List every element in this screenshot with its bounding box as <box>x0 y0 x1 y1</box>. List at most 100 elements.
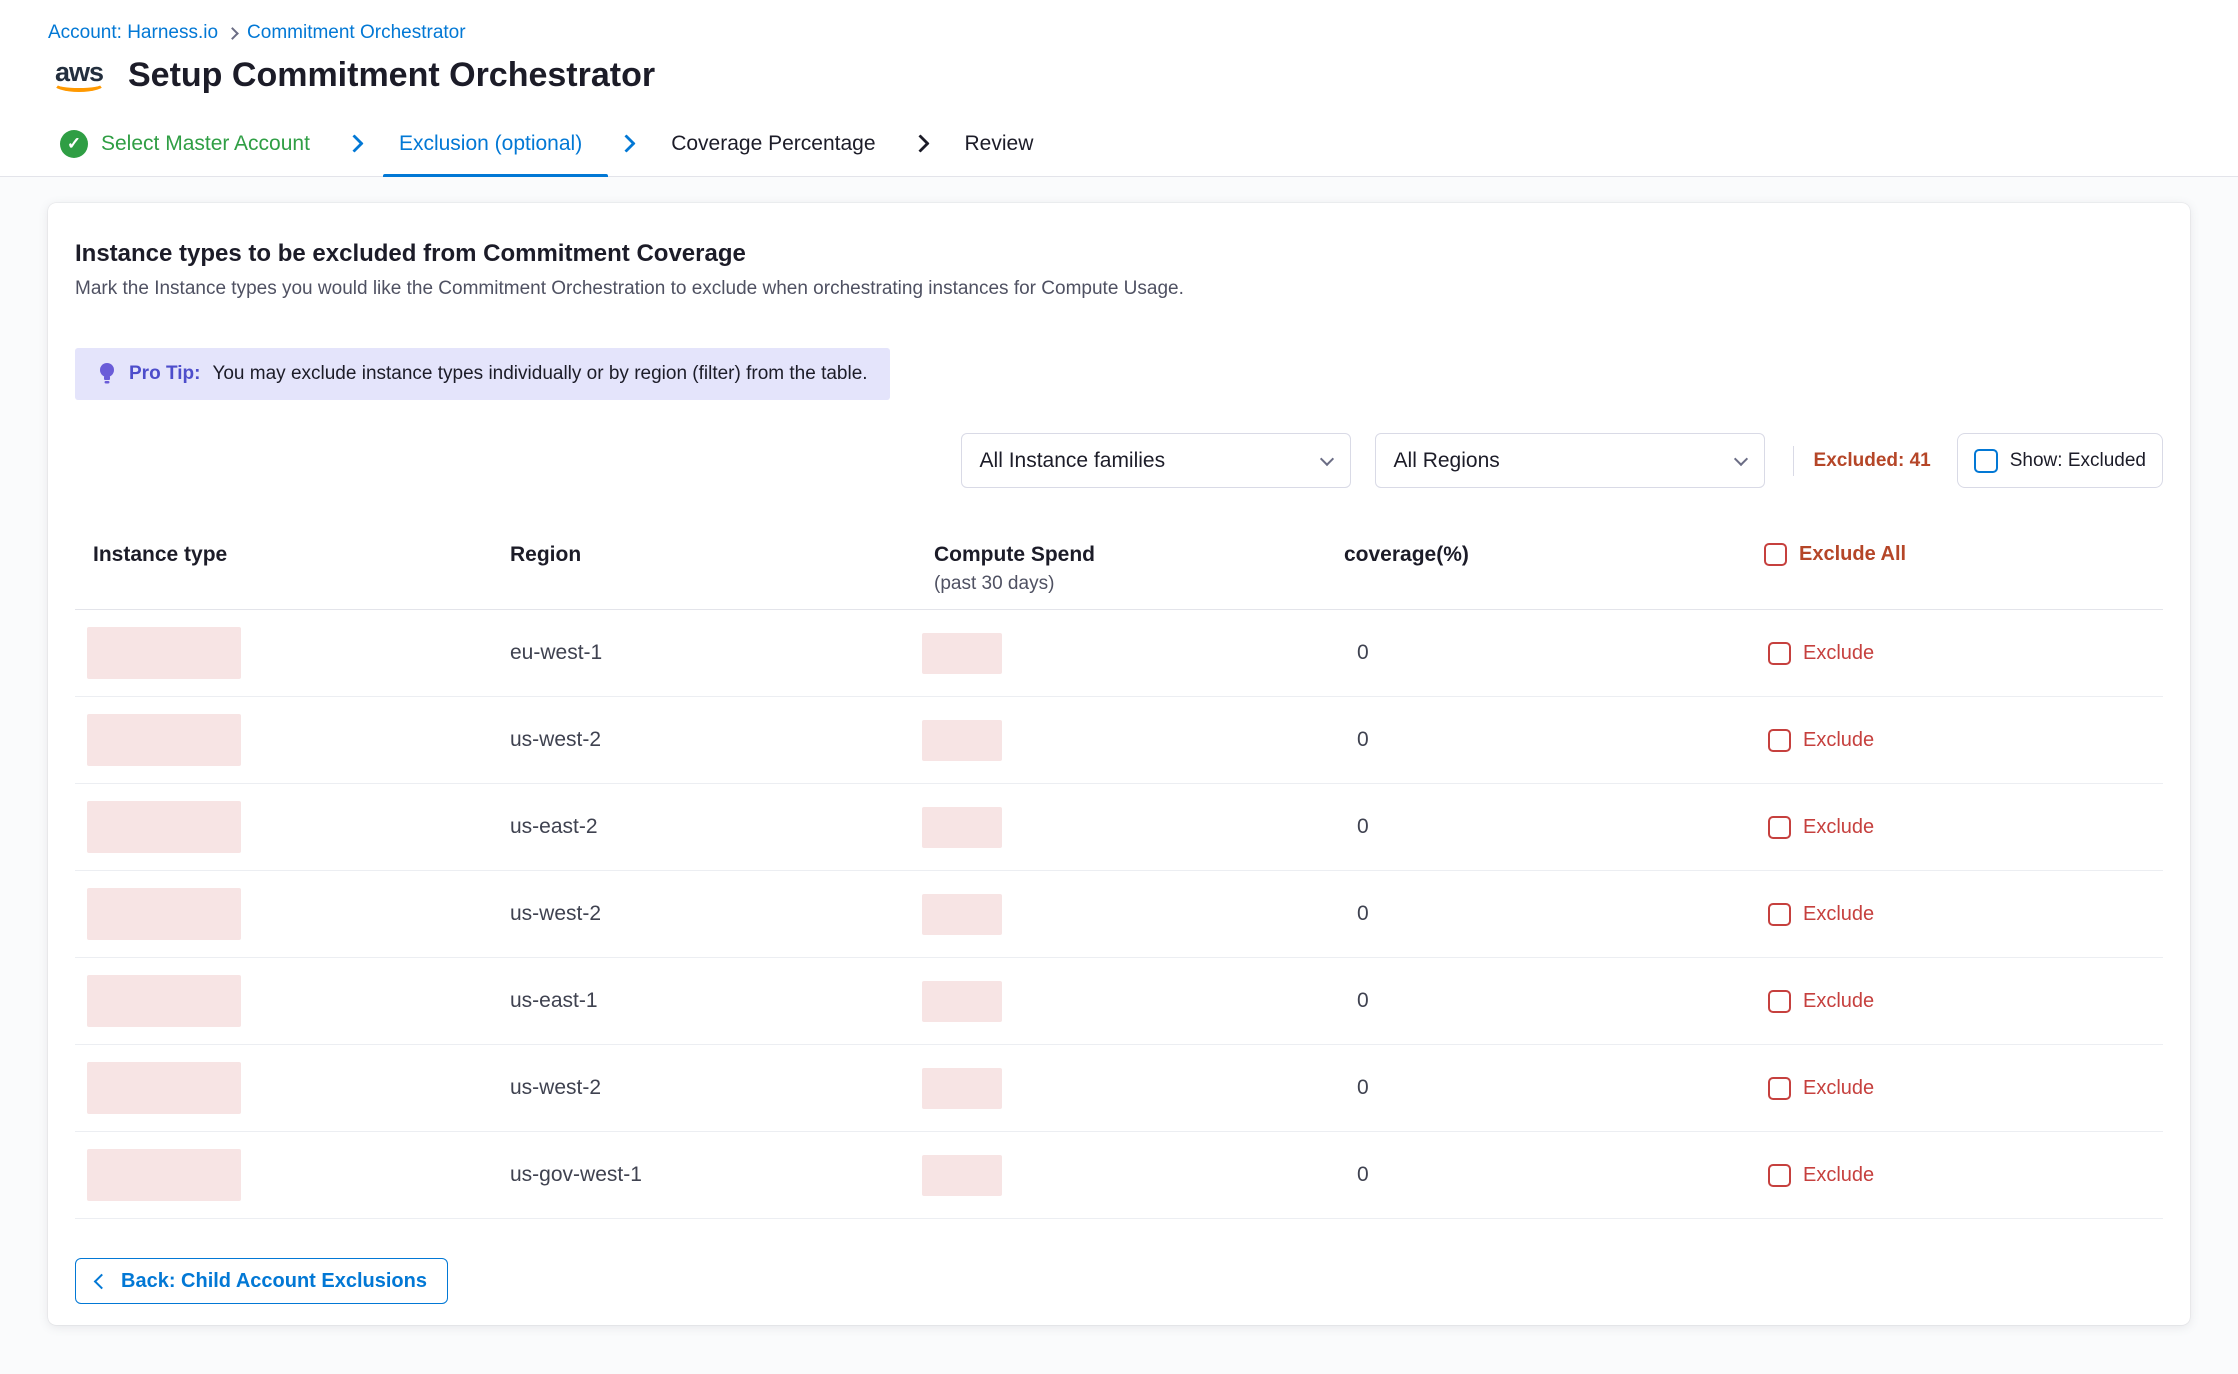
page-title: Setup Commitment Orchestrator <box>128 56 655 95</box>
row-region: us-east-1 <box>510 989 922 1013</box>
row-coverage: 0 <box>1344 641 1764 665</box>
top-header: Account: Harness.io Commitment Orchestra… <box>0 0 2238 177</box>
row-exclude-control[interactable]: Exclude <box>1764 816 2163 839</box>
instance-families-dropdown[interactable]: All Instance families <box>961 433 1351 488</box>
redacted-compute-spend <box>922 633 1002 674</box>
redacted-instance-type <box>87 1149 241 1201</box>
row-region: us-east-2 <box>510 815 922 839</box>
pro-tip-banner: Pro Tip: You may exclude instance types … <box>75 348 890 400</box>
step-label: Select Master Account <box>101 132 310 156</box>
col-compute-spend-sub: (past 30 days) <box>934 573 1344 595</box>
chevron-down-icon <box>1733 451 1747 465</box>
exclude-all-control[interactable]: Exclude All <box>1764 543 2163 566</box>
col-compute-spend-title: Compute Spend <box>934 543 1344 567</box>
breadcrumb: Account: Harness.io Commitment Orchestra… <box>0 0 2238 44</box>
wizard-stepper: ✓ Select Master Account Exclusion (optio… <box>0 111 2238 177</box>
lightbulb-icon <box>97 361 117 387</box>
pro-tip-text: You may exclude instance types individua… <box>212 363 867 385</box>
row-coverage: 0 <box>1344 728 1764 752</box>
row-exclude-control[interactable]: Exclude <box>1764 1077 2163 1100</box>
step-exclusion[interactable]: Exclusion (optional) <box>399 111 582 176</box>
card-heading: Instance types to be excluded from Commi… <box>75 239 2163 269</box>
show-excluded-checkbox[interactable] <box>1974 449 1998 473</box>
back-button[interactable]: Back: Child Account Exclusions <box>75 1258 448 1304</box>
chevron-right-icon <box>911 134 929 152</box>
redacted-instance-type <box>87 627 241 679</box>
redacted-compute-spend <box>922 1155 1002 1196</box>
filters-row: All Instance families All Regions Exclud… <box>75 433 2163 488</box>
row-exclude-checkbox[interactable] <box>1768 990 1791 1013</box>
row-region: us-west-2 <box>510 728 922 752</box>
row-exclude-checkbox[interactable] <box>1768 903 1791 926</box>
card-subheading: Mark the Instance types you would like t… <box>75 277 2163 300</box>
row-exclude-label: Exclude <box>1803 729 1874 752</box>
row-coverage: 0 <box>1344 989 1764 1013</box>
row-exclude-checkbox[interactable] <box>1768 729 1791 752</box>
regions-value: All Regions <box>1394 449 1500 473</box>
step-label: Review <box>965 132 1034 156</box>
col-instance-type: Instance type <box>75 543 510 567</box>
row-exclude-label: Exclude <box>1803 816 1874 839</box>
row-coverage: 0 <box>1344 1163 1764 1187</box>
row-exclude-label: Exclude <box>1803 1077 1874 1100</box>
aws-logo-icon: aws <box>48 59 110 92</box>
row-exclude-checkbox[interactable] <box>1768 1077 1791 1100</box>
row-exclude-checkbox[interactable] <box>1768 1164 1791 1187</box>
excluded-count: Excluded: 41 <box>1814 450 1931 472</box>
row-exclude-control[interactable]: Exclude <box>1764 903 2163 926</box>
breadcrumb-account-link[interactable]: Account: Harness.io <box>48 22 218 44</box>
breadcrumb-chevron-icon <box>226 27 239 40</box>
pro-tip-label: Pro Tip: <box>129 363 200 385</box>
row-coverage: 0 <box>1344 815 1764 839</box>
table-row: us-west-2 0 Exclude <box>75 871 2163 958</box>
instance-families-value: All Instance families <box>980 449 1166 473</box>
row-exclude-label: Exclude <box>1803 990 1874 1013</box>
redacted-instance-type <box>87 1062 241 1114</box>
regions-dropdown[interactable]: All Regions <box>1375 433 1765 488</box>
redacted-compute-spend <box>922 720 1002 761</box>
row-region: us-gov-west-1 <box>510 1163 922 1187</box>
row-exclude-label: Exclude <box>1803 1164 1874 1187</box>
exclusion-card: Instance types to be excluded from Commi… <box>48 203 2190 1325</box>
row-region: us-west-2 <box>510 902 922 926</box>
exclude-all-label: Exclude All <box>1799 543 1906 566</box>
redacted-instance-type <box>87 975 241 1027</box>
redacted-compute-spend <box>922 1068 1002 1109</box>
back-button-label: Back: Child Account Exclusions <box>121 1270 427 1293</box>
table-row: us-gov-west-1 0 Exclude <box>75 1132 2163 1219</box>
show-excluded-toggle[interactable]: Show: Excluded <box>1957 433 2163 488</box>
redacted-instance-type <box>87 888 241 940</box>
title-row: aws Setup Commitment Orchestrator <box>0 44 2238 95</box>
redacted-instance-type <box>87 714 241 766</box>
step-label: Exclusion (optional) <box>399 132 582 156</box>
check-circle-icon: ✓ <box>60 130 88 158</box>
chevron-down-icon <box>1319 451 1333 465</box>
step-coverage-percentage[interactable]: Coverage Percentage <box>671 111 875 176</box>
row-exclude-control[interactable]: Exclude <box>1764 990 2163 1013</box>
main-content: Instance types to be excluded from Commi… <box>0 177 2238 1325</box>
redacted-compute-spend <box>922 894 1002 935</box>
table-row: us-east-1 0 Exclude <box>75 958 2163 1045</box>
col-coverage: coverage(%) <box>1344 543 1764 567</box>
table-row: us-west-2 0 Exclude <box>75 697 2163 784</box>
row-coverage: 0 <box>1344 902 1764 926</box>
row-exclude-control[interactable]: Exclude <box>1764 1164 2163 1187</box>
row-exclude-checkbox[interactable] <box>1768 816 1791 839</box>
chevron-left-icon <box>94 1273 110 1289</box>
vertical-divider <box>1793 446 1794 476</box>
redacted-compute-spend <box>922 807 1002 848</box>
row-exclude-label: Exclude <box>1803 642 1874 665</box>
table-row: us-west-2 0 Exclude <box>75 1045 2163 1132</box>
breadcrumb-section-link[interactable]: Commitment Orchestrator <box>247 22 466 44</box>
row-exclude-control[interactable]: Exclude <box>1764 729 2163 752</box>
row-exclude-control[interactable]: Exclude <box>1764 642 2163 665</box>
row-exclude-checkbox[interactable] <box>1768 642 1791 665</box>
table-row: us-east-2 0 Exclude <box>75 784 2163 871</box>
exclusions-table: Instance type Region Compute Spend (past… <box>75 523 2163 1219</box>
col-compute-spend: Compute Spend (past 30 days) <box>922 543 1344 595</box>
exclude-all-checkbox[interactable] <box>1764 543 1787 566</box>
row-region: us-west-2 <box>510 1076 922 1100</box>
step-review[interactable]: Review <box>965 111 1034 176</box>
chevron-right-icon <box>345 134 363 152</box>
step-select-master-account[interactable]: ✓ Select Master Account <box>60 111 310 176</box>
